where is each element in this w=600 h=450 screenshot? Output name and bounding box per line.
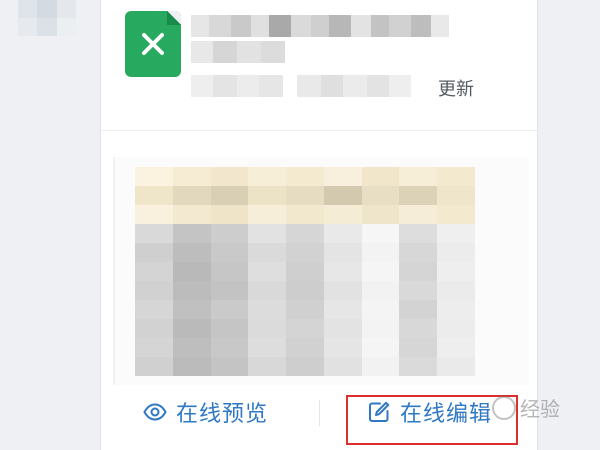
update-label: 更新 [438,79,474,100]
watermark: 经验 [492,393,560,422]
spreadsheet-thumbnail-redacted [135,167,476,377]
partial-avatar [18,0,76,36]
online-preview-label: 在线预览 [176,402,269,427]
screen: 更新 在线预览 在线编辑 经验 [0,0,600,450]
watermark-text: 经验 [520,397,560,421]
card-divider [101,130,537,131]
file-name-line2-redacted [191,41,285,63]
action-separator [319,400,320,426]
x-mark-icon [142,33,164,55]
spreadsheet-preview[interactable] [113,157,529,385]
online-preview-button[interactable]: 在线预览 [143,396,268,428]
eye-icon [143,403,167,421]
excel-file-icon [125,11,181,77]
file-meta-redacted [191,75,431,97]
file-name-redacted [191,15,463,37]
file-message-card[interactable]: 更新 在线预览 在线编辑 [100,0,538,450]
watermark-logo-icon [492,395,516,420]
